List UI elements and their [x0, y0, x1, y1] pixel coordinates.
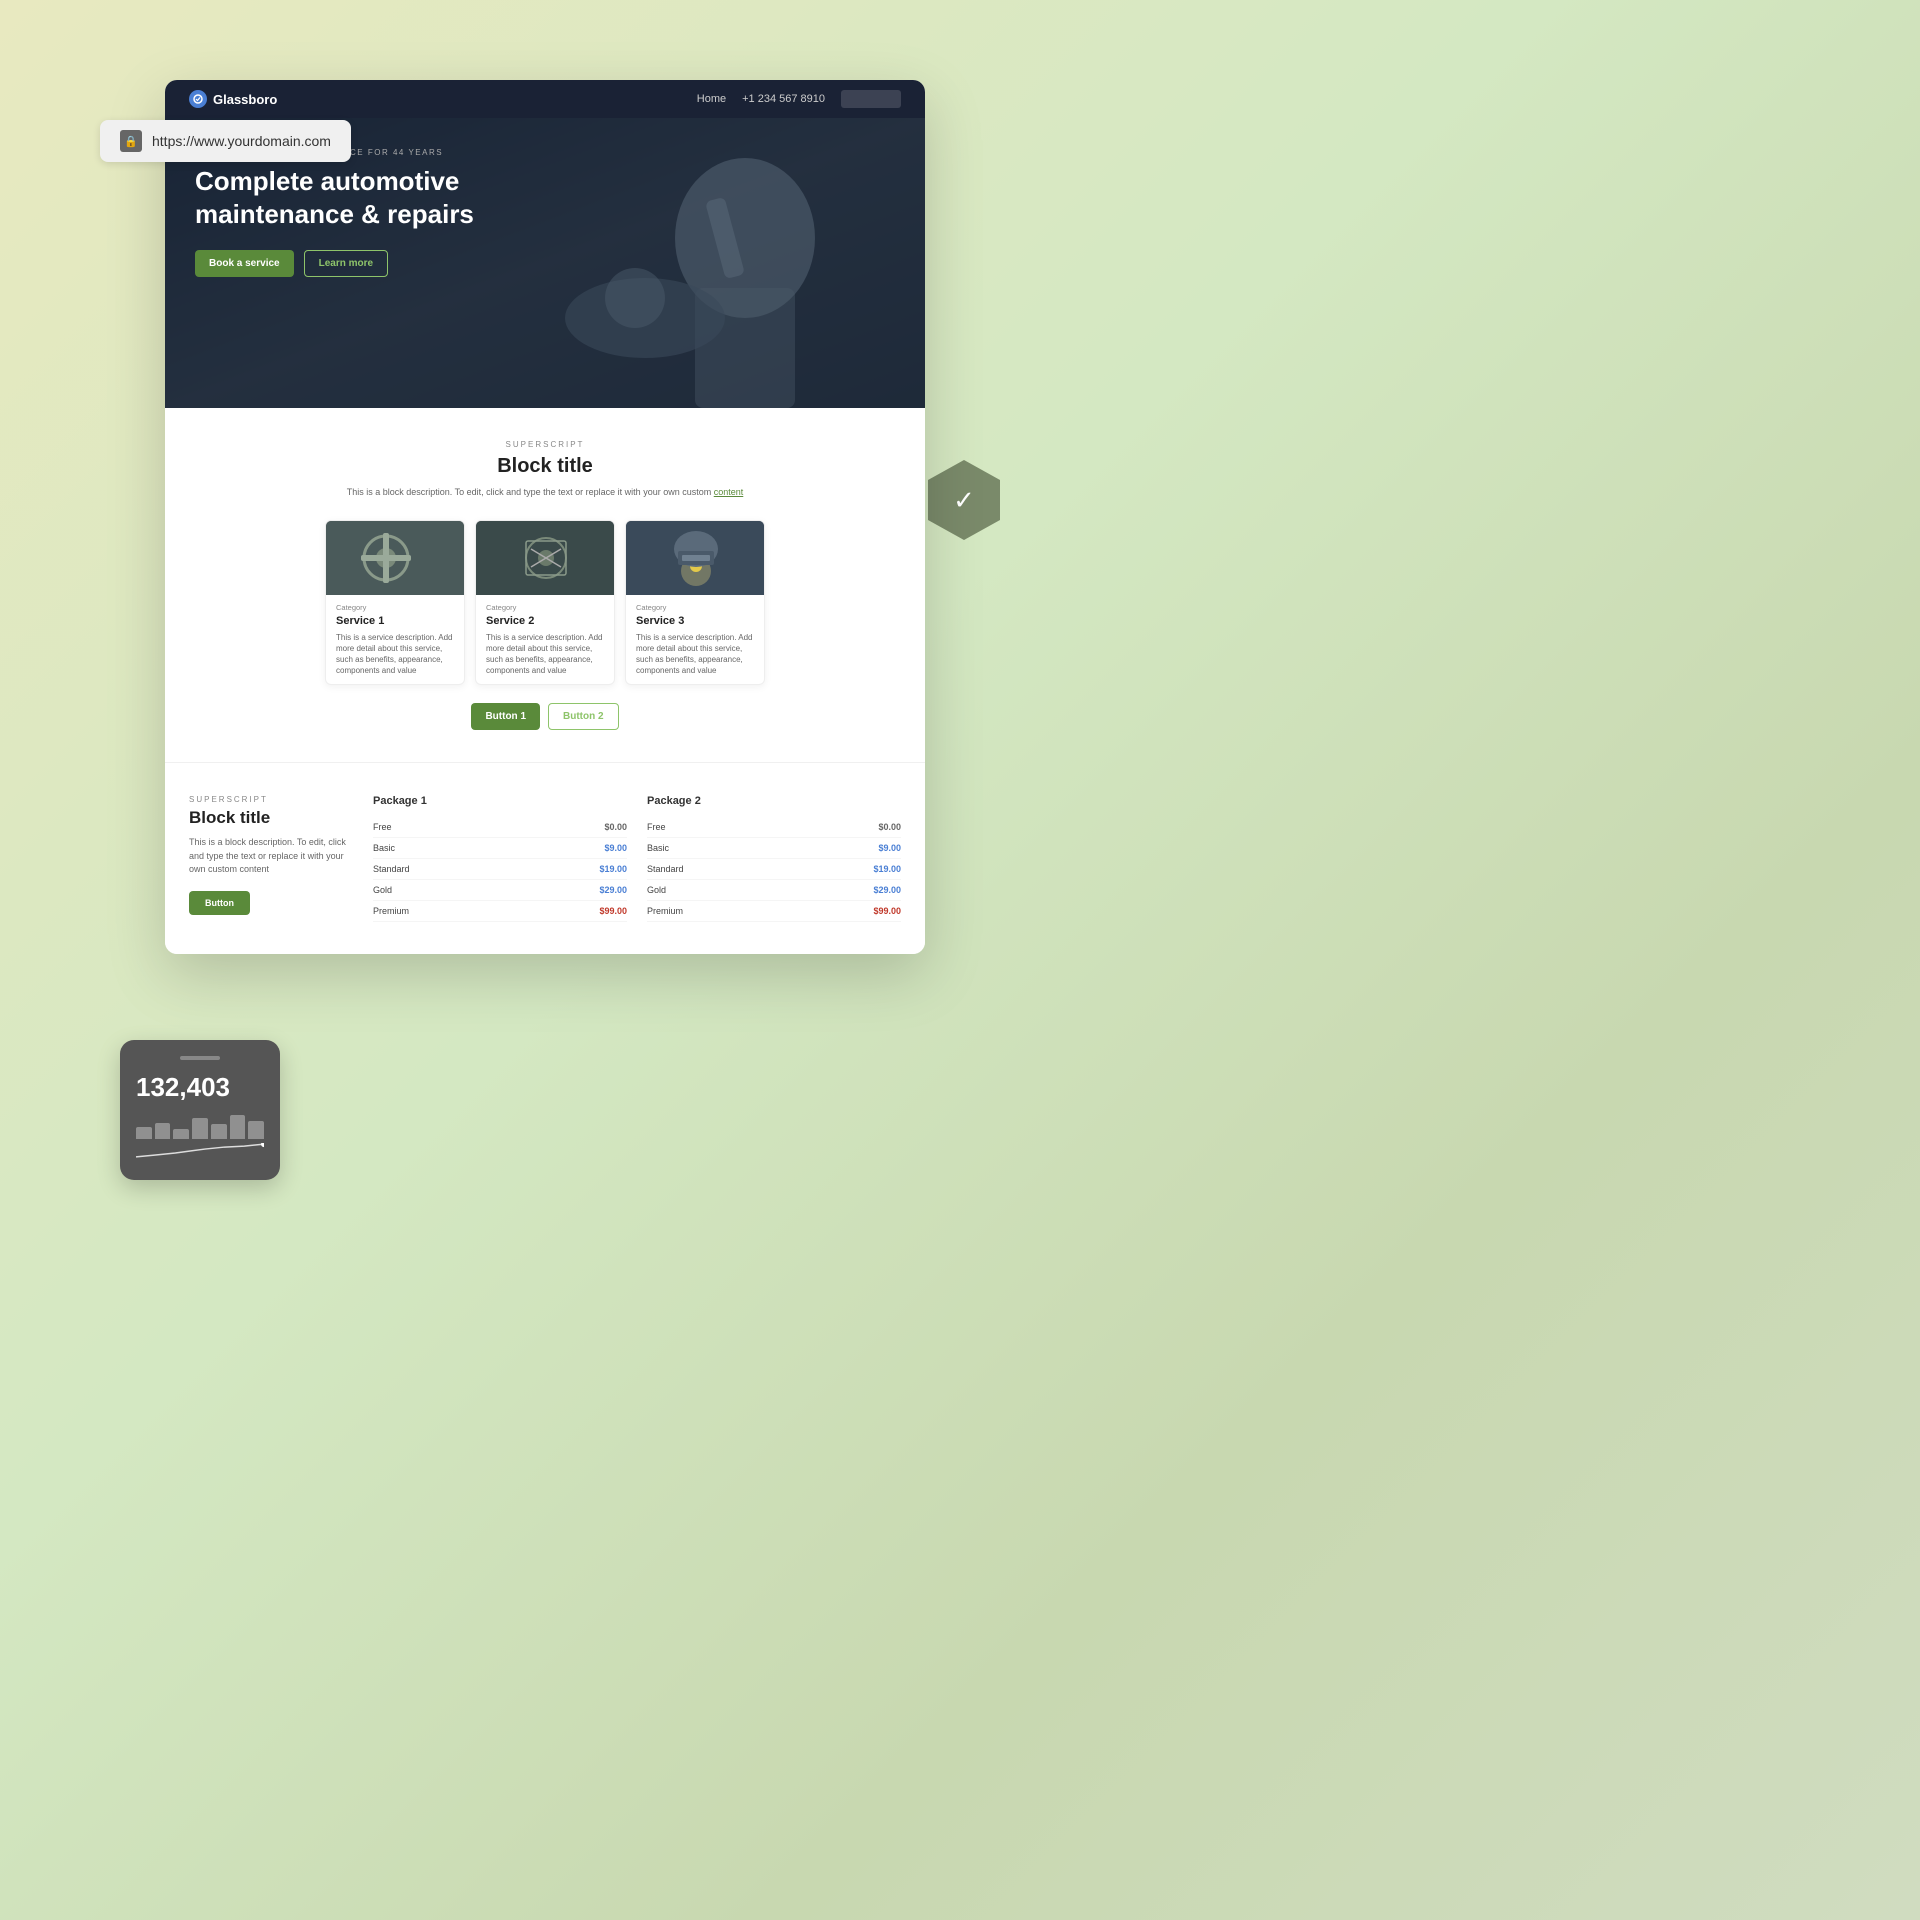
stats-widget: 132,403 [120, 1040, 280, 1180]
pricing-row: Standard $19.00 [647, 859, 901, 880]
learn-more-button[interactable]: Learn more [304, 250, 388, 277]
brand-name: Glassboro [213, 92, 277, 107]
pricing-row: Basic $9.00 [647, 838, 901, 859]
nav-links: Home +1 234 567 8910 [697, 90, 901, 108]
services-description: This is a block description. To edit, cl… [345, 486, 745, 500]
site-nav: Glassboro Home +1 234 567 8910 [165, 80, 925, 118]
hero-buttons: Book a service Learn more [195, 250, 895, 277]
brand-logo: Glassboro [189, 90, 277, 108]
pricing-button[interactable]: Button [189, 891, 250, 915]
service-body-1: Category Service 1 This is a service des… [326, 595, 464, 685]
service-desc-2: This is a service description. Add more … [486, 632, 604, 677]
security-badge: ✓ [928, 460, 1000, 540]
stats-number: 132,403 [136, 1072, 264, 1103]
service-button-2[interactable]: Button 2 [548, 703, 619, 730]
pricing-row: Basic $9.00 [373, 838, 627, 859]
nav-phone[interactable]: +1 234 567 8910 [742, 93, 825, 105]
pricing-row: Free $0.00 [373, 817, 627, 838]
service-image-1 [326, 521, 464, 595]
service-card-3: Category Service 3 This is a service des… [625, 520, 765, 686]
pricing-desc: This is a block description. To edit, cl… [189, 836, 349, 877]
hero-title: Complete automotive maintenance & repair… [195, 165, 475, 230]
lock-icon: 🔒 [120, 130, 142, 152]
pricing-row: Premium $99.00 [647, 901, 901, 922]
service-body-3: Category Service 3 This is a service des… [626, 595, 764, 685]
services-title: Block title [189, 455, 901, 478]
service-img-svg-1 [326, 521, 464, 595]
bar-2 [155, 1123, 171, 1140]
service-name-1: Service 1 [336, 615, 454, 627]
widget-handle [180, 1056, 220, 1060]
nav-search[interactable] [841, 90, 901, 108]
pricing-tables: Package 1 Free $0.00 Basic $9.00 Standar… [373, 795, 901, 922]
pricing-layout: SUPERSCRIPT Block title This is a block … [189, 795, 901, 922]
service-category-1: Category [336, 603, 454, 612]
pricing-title: Block title [189, 808, 349, 828]
service-body-2: Category Service 2 This is a service des… [476, 595, 614, 685]
stats-chart [136, 1109, 264, 1159]
stats-bars [136, 1109, 264, 1139]
bar-1 [136, 1127, 152, 1139]
bar-3 [173, 1129, 189, 1140]
pricing-superscript: SUPERSCRIPT [189, 795, 349, 804]
sparkline [136, 1143, 264, 1161]
service-desc-3: This is a service description. Add more … [636, 632, 754, 677]
pricing-table-1: Package 1 Free $0.00 Basic $9.00 Standar… [373, 795, 627, 922]
service-category-3: Category [636, 603, 754, 612]
pricing-row: Premium $99.00 [373, 901, 627, 922]
pricing-left: SUPERSCRIPT Block title This is a block … [189, 795, 349, 922]
pricing-row: Gold $29.00 [647, 880, 901, 901]
services-superscript: SUPERSCRIPT [189, 440, 901, 449]
url-text: https://www.yourdomain.com [152, 133, 331, 149]
service-img-svg-2 [476, 521, 614, 595]
bar-5 [211, 1124, 227, 1139]
service-card-2: Category Service 2 This is a service des… [475, 520, 615, 686]
service-name-2: Service 2 [486, 615, 604, 627]
book-service-button[interactable]: Book a service [195, 250, 294, 277]
service-button-1[interactable]: Button 1 [471, 703, 540, 730]
service-category-2: Category [486, 603, 604, 612]
bar-7 [248, 1121, 264, 1139]
service-image-2 [476, 521, 614, 595]
services-grid: Category Service 1 This is a service des… [189, 520, 901, 686]
pricing-row: Gold $29.00 [373, 880, 627, 901]
package-1-title: Package 1 [373, 795, 627, 807]
pricing-row: Free $0.00 [647, 817, 901, 838]
bar-6 [230, 1115, 246, 1139]
nav-home[interactable]: Home [697, 93, 726, 105]
services-section: SUPERSCRIPT Block title This is a block … [165, 408, 925, 762]
service-image-3 [626, 521, 764, 595]
address-bar: 🔒 https://www.yourdomain.com [100, 120, 351, 162]
service-desc-1: This is a service description. Add more … [336, 632, 454, 677]
service-name-3: Service 3 [636, 615, 754, 627]
pricing-table-2: Package 2 Free $0.00 Basic $9.00 Standar… [647, 795, 901, 922]
browser-window: Glassboro Home +1 234 567 8910 [165, 80, 925, 954]
bar-4 [192, 1118, 208, 1139]
package-2-title: Package 2 [647, 795, 901, 807]
services-desc-link[interactable]: content [714, 487, 744, 497]
checkmark-icon: ✓ [953, 485, 975, 516]
services-buttons: Button 1 Button 2 [189, 703, 901, 730]
service-img-svg-3 [626, 521, 764, 595]
brand-icon [189, 90, 207, 108]
service-card-1: Category Service 1 This is a service des… [325, 520, 465, 686]
pricing-section: SUPERSCRIPT Block title This is a block … [165, 762, 925, 954]
pricing-row: Standard $19.00 [373, 859, 627, 880]
